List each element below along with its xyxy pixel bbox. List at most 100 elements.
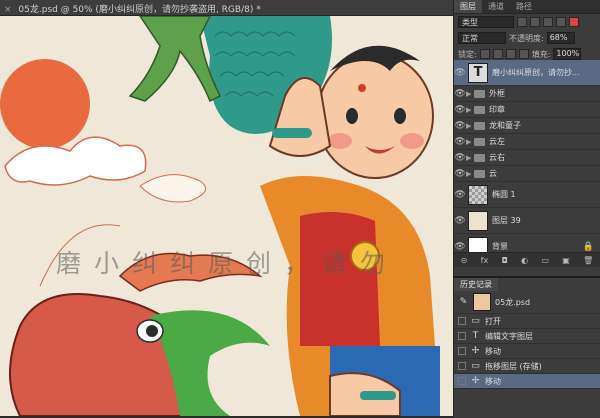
filter-adjust-icon[interactable]: [530, 17, 540, 27]
new-layer-icon[interactable]: ▣: [562, 256, 570, 265]
layer-name: 磨小纠纠原创，请勿抄...: [492, 68, 580, 77]
eye-icon[interactable]: 👁: [454, 89, 466, 99]
opacity-label: 不透明度:: [509, 33, 544, 43]
expand-arrow-icon[interactable]: ▶: [466, 122, 474, 130]
illustration: [0, 16, 453, 416]
blend-row: 正常 不透明度: 68%: [454, 30, 600, 46]
tab-layers[interactable]: 图层: [454, 0, 482, 13]
expand-arrow-icon[interactable]: ▶: [466, 90, 474, 98]
layer-39[interactable]: 👁 图层 39: [454, 208, 600, 234]
fx-icon[interactable]: fx: [481, 256, 489, 265]
child-face: [316, 53, 434, 179]
lock-transparent-icon[interactable]: [479, 49, 490, 59]
tab-history[interactable]: 历史记录: [454, 278, 498, 291]
folder-icon: [474, 121, 485, 130]
layer-name: 背景: [492, 242, 508, 251]
eye-icon[interactable]: 👁: [454, 153, 466, 163]
layer-watermark-text[interactable]: 👁 T 磨小纠纠原创，请勿抄...: [454, 60, 600, 86]
blend-mode-select[interactable]: 正常: [458, 32, 506, 44]
eye-icon[interactable]: 👁: [454, 68, 466, 78]
layer-name: 印章: [489, 105, 505, 114]
layer-name: 龙和童子: [489, 121, 521, 130]
filter-text-icon[interactable]: [543, 17, 553, 27]
tab-channels[interactable]: 通道: [482, 0, 510, 13]
filter-pixel-icon[interactable]: [517, 17, 527, 27]
tab-paths[interactable]: 路径: [510, 0, 538, 13]
layer-filter-select[interactable]: 类型: [458, 16, 514, 28]
adjustment-icon[interactable]: ◐: [521, 256, 528, 265]
watermark-text: 磨小纠纠原创，请勿: [56, 249, 399, 278]
text-icon: T: [472, 331, 479, 341]
layer-group-cloud-right[interactable]: 👁 ▶ 云右: [454, 150, 600, 166]
eye-icon[interactable]: 👁: [454, 216, 466, 226]
folder-icon: [474, 89, 485, 98]
layer-name: 外框: [489, 89, 505, 98]
document-tab-title: 05龙.psd @ 50% (磨小纠纠原创，请勿抄袭盗用, RGB/8) *: [18, 5, 261, 15]
history-item-move[interactable]: ✢ 移动: [454, 344, 600, 359]
snapshot-thumbnail: [473, 293, 491, 311]
snapshot-name: 05龙.psd: [495, 297, 531, 307]
layer-group-dragon-child[interactable]: 👁 ▶ 龙和童子: [454, 118, 600, 134]
eye-icon[interactable]: 👁: [454, 105, 466, 115]
lock-all-icon[interactable]: [518, 49, 529, 59]
history-snapshot[interactable]: ✎ 05龙.psd: [454, 291, 600, 314]
brush-source-icon[interactable]: ✎: [458, 297, 469, 307]
layer-ellipse[interactable]: 👁 椭圆 1: [454, 182, 600, 208]
layer-group-seal[interactable]: 👁 ▶ 印章: [454, 102, 600, 118]
photoshop-window: × 05龙.psd @ 50% (磨小纠纠原创，请勿抄袭盗用, RGB/8) *: [0, 0, 600, 418]
history-item-label: 移动: [485, 346, 501, 356]
expand-arrow-icon[interactable]: ▶: [466, 170, 474, 178]
fill-input[interactable]: 100%: [553, 48, 582, 60]
layer-name: 图层 39: [492, 216, 521, 225]
opacity-input[interactable]: 68%: [546, 32, 575, 44]
expand-arrow-icon[interactable]: ▶: [466, 154, 474, 162]
canvas-artwork[interactable]: 磨小纠纠原创，请勿: [0, 16, 453, 416]
eye-icon[interactable]: 👁: [454, 190, 466, 200]
folder-icon: [474, 137, 485, 146]
history-item-open[interactable]: ▭ 打开: [454, 314, 600, 329]
history-checkbox[interactable]: [458, 377, 466, 385]
trash-icon[interactable]: 🗑: [583, 256, 593, 265]
history-checkbox[interactable]: [458, 362, 466, 370]
layer-thumbnail: [468, 184, 488, 205]
file-icon: ▭: [471, 361, 480, 371]
document-tab[interactable]: × 05龙.psd @ 50% (磨小纠纠原创，请勿抄袭盗用, RGB/8) *: [0, 0, 453, 16]
lock-pixels-icon[interactable]: [492, 49, 503, 59]
expand-arrow-icon[interactable]: ▶: [466, 106, 474, 114]
history-item-label: 移动: [485, 376, 501, 386]
lock-position-icon[interactable]: [505, 49, 516, 59]
layer-group-frame[interactable]: 👁 ▶ 外框: [454, 86, 600, 102]
eye-icon[interactable]: 👁: [454, 137, 466, 147]
layer-name: 椭圆 1: [492, 190, 516, 199]
history-checkbox[interactable]: [458, 332, 466, 340]
close-tab-icon[interactable]: ×: [4, 5, 12, 15]
lock-icon: 🔒: [582, 241, 594, 252]
history-item-edit-text[interactable]: T 编辑文字图层: [454, 329, 600, 344]
history-checkbox[interactable]: [458, 317, 466, 325]
layer-group-cloud-left[interactable]: 👁 ▶ 云左: [454, 134, 600, 150]
expand-arrow-icon[interactable]: ▶: [466, 138, 474, 146]
filter-toggle-icon[interactable]: [569, 17, 579, 27]
eye-icon[interactable]: 👁: [454, 169, 466, 179]
red-sun: [0, 59, 90, 149]
history-item-drag-layer[interactable]: ▭ 拖移图层 (存储): [454, 359, 600, 374]
layer-group-cloud[interactable]: 👁 ▶ 云: [454, 166, 600, 182]
layer-name: 云: [489, 169, 497, 178]
history-item-label: 拖移图层 (存储): [485, 361, 542, 371]
eye-icon[interactable]: 👁: [454, 121, 466, 131]
eye-icon[interactable]: 👁: [454, 242, 466, 252]
history-item-label: 打开: [485, 316, 501, 326]
move-icon: ✢: [471, 346, 480, 356]
filter-shape-icon[interactable]: [556, 17, 566, 27]
blend-mode-value: 正常: [462, 33, 478, 43]
folder-icon: [474, 105, 485, 114]
lock-label: 锁定:: [458, 49, 477, 59]
history-item-move-current[interactable]: ✢ 移动: [454, 374, 600, 389]
folder-icon: [474, 169, 485, 178]
link-icon[interactable]: ⊝: [461, 256, 468, 265]
history-checkbox[interactable]: [458, 347, 466, 355]
history-item-label: 编辑文字图层: [485, 331, 533, 341]
folder-icon[interactable]: ▭: [541, 256, 549, 265]
layer-name: 云右: [489, 153, 505, 162]
mask-icon[interactable]: ◘: [502, 256, 508, 265]
